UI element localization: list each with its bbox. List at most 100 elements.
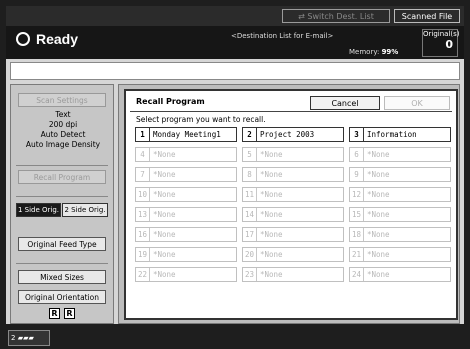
device-frame: ⇄ Switch Dest. List Scanned File Status …	[0, 0, 470, 349]
program-slot[interactable]: 9 *None	[349, 167, 451, 182]
switch-dest-list-button[interactable]: ⇄ Switch Dest. List	[282, 9, 390, 23]
program-slot[interactable]: 20 *None	[242, 247, 344, 262]
program-number: 2	[243, 128, 257, 141]
program-number: 22	[136, 268, 150, 281]
paper-tray-indicator: 2 ▰▰▰	[8, 330, 50, 346]
paper-tray-icon: ▰▰▰	[17, 334, 34, 342]
program-slot[interactable]: 2 Project 2003	[242, 127, 344, 142]
program-name: *None	[367, 210, 390, 219]
program-number: 4	[136, 148, 150, 161]
orientation-rotated-icon[interactable]: R	[64, 308, 75, 319]
program-number: 8	[243, 168, 257, 181]
program-name: *None	[153, 230, 176, 239]
memory-indicator: Memory: 99%	[349, 48, 398, 56]
divider	[16, 263, 108, 264]
divider	[16, 196, 108, 197]
program-name: *None	[260, 150, 283, 159]
program-slot[interactable]: 22 *None	[135, 267, 237, 282]
orientation-upright-icon[interactable]: R	[49, 308, 60, 319]
original-orientation-button[interactable]: Original Orientation	[18, 290, 106, 304]
program-number: 5	[243, 148, 257, 161]
memory-label: Memory:	[349, 48, 380, 56]
recall-program-dialog: Recall Program Cancel OK Select program …	[124, 89, 458, 320]
program-slot[interactable]: 17 *None	[242, 227, 344, 242]
left-settings-panel: Scan Settings Text 200 dpi Auto Detect A…	[10, 84, 114, 324]
one-side-original-button[interactable]: 1 Side Orig.	[16, 203, 61, 217]
program-number: 21	[350, 248, 364, 261]
destination-field[interactable]	[10, 62, 460, 80]
program-name: *None	[153, 250, 176, 259]
program-slot[interactable]: 16 *None	[135, 227, 237, 242]
program-slot[interactable]: 24 *None	[349, 267, 451, 282]
scan-settings-button[interactable]: Scan Settings	[18, 93, 106, 107]
ok-button[interactable]: OK	[384, 96, 450, 110]
program-name: *None	[260, 210, 283, 219]
screen: ⇄ Switch Dest. List Scanned File Status …	[6, 6, 464, 324]
program-name: Information	[367, 130, 417, 139]
memory-value: 99%	[381, 48, 399, 56]
ready-indicator: Ready	[16, 31, 78, 47]
program-slot[interactable]: 8 *None	[242, 167, 344, 182]
program-number: 19	[136, 248, 150, 261]
program-name: *None	[260, 270, 283, 279]
program-name: *None	[260, 190, 283, 199]
ready-label: Ready	[36, 31, 79, 47]
program-name: *None	[260, 250, 283, 259]
program-slot[interactable]: 13 *None	[135, 207, 237, 222]
program-name: *None	[367, 270, 390, 279]
dialog-divider	[130, 111, 452, 112]
program-number: 1	[136, 128, 150, 141]
program-number: 17	[243, 228, 257, 241]
destination-list-label: <Destination List for E-mail>	[231, 32, 334, 40]
program-name: *None	[153, 170, 176, 179]
density-text: Auto Image Density	[25, 140, 101, 149]
switch-icon: ⇄	[298, 12, 308, 21]
program-slot[interactable]: 11 *None	[242, 187, 344, 202]
original-feed-type-button[interactable]: Original Feed Type	[18, 237, 106, 251]
scanned-file-status-button[interactable]: Scanned File Status	[394, 9, 460, 35]
program-slot[interactable]: 7 *None	[135, 167, 237, 182]
program-slot[interactable]: 5 *None	[242, 147, 344, 162]
resolution-text: 200 dpi	[48, 120, 78, 129]
program-slot[interactable]: 21 *None	[349, 247, 451, 262]
program-name: *None	[153, 210, 176, 219]
two-side-original-button[interactable]: 2 Side Orig.	[62, 203, 108, 217]
program-slot[interactable]: 15 *None	[349, 207, 451, 222]
program-name: *None	[367, 150, 390, 159]
top-bar: ⇄ Switch Dest. List Scanned File Status	[6, 6, 464, 35]
program-number: 6	[350, 148, 364, 161]
program-slot[interactable]: 10 *None	[135, 187, 237, 202]
program-slot[interactable]: 12 *None	[349, 187, 451, 202]
program-slot[interactable]: 19 *None	[135, 247, 237, 262]
recall-program-button[interactable]: Recall Program	[18, 170, 106, 184]
program-name: Monday Meeting1	[153, 130, 221, 139]
switch-dest-list-label: Switch Dest. List	[307, 12, 374, 21]
mixed-sizes-button[interactable]: Mixed Sizes	[18, 270, 106, 284]
bottom-bar: 2 ▰▰▰	[0, 324, 470, 349]
originals-count: 0	[445, 38, 453, 51]
program-number: 9	[350, 168, 364, 181]
program-name: *None	[367, 250, 390, 259]
cancel-button[interactable]: Cancel	[310, 96, 380, 110]
program-number: 24	[350, 268, 364, 281]
program-number: 11	[243, 188, 257, 201]
program-number: 15	[350, 208, 364, 221]
program-number: 14	[243, 208, 257, 221]
ready-icon	[16, 32, 30, 46]
program-slot[interactable]: 3 Information	[349, 127, 451, 142]
program-number: 16	[136, 228, 150, 241]
divider	[16, 165, 108, 166]
program-number: 12	[350, 188, 364, 201]
program-number: 20	[243, 248, 257, 261]
program-number: 18	[350, 228, 364, 241]
program-name: Project 2003	[260, 130, 315, 139]
program-slot[interactable]: 4 *None	[135, 147, 237, 162]
status-bar: Ready <Destination List for E-mail> Memo…	[6, 26, 464, 59]
program-slot[interactable]: 14 *None	[242, 207, 344, 222]
program-slot[interactable]: 23 *None	[242, 267, 344, 282]
program-number: 3	[350, 128, 364, 141]
program-slot[interactable]: 6 *None	[349, 147, 451, 162]
program-slot[interactable]: 1 Monday Meeting1	[135, 127, 237, 142]
program-name: *None	[367, 170, 390, 179]
program-slot[interactable]: 18 *None	[349, 227, 451, 242]
